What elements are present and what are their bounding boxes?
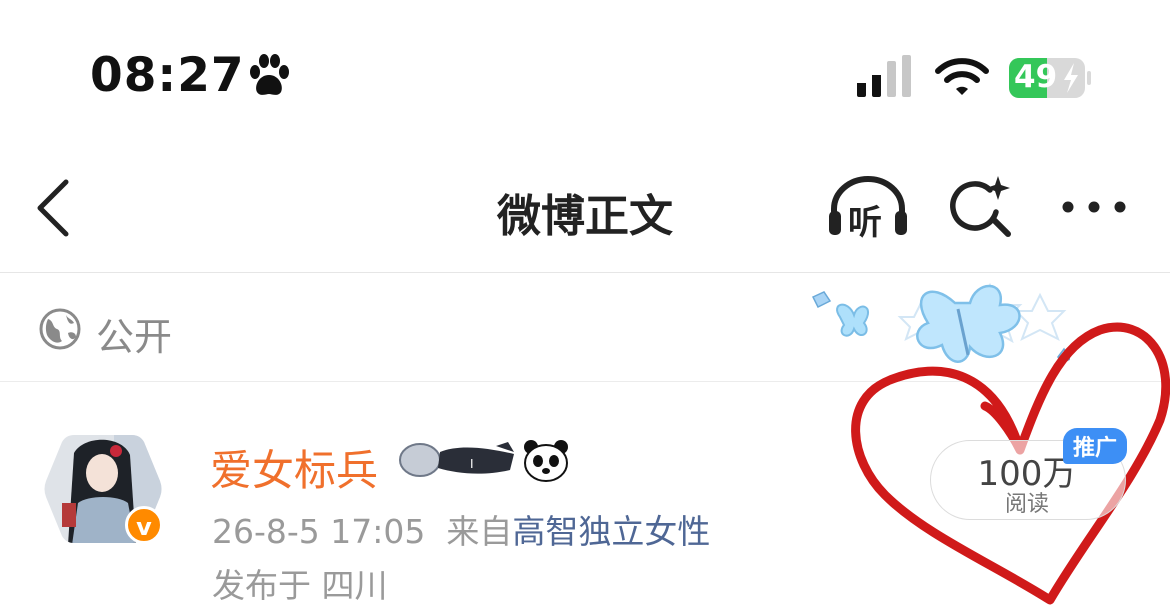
listen-button[interactable]: 听 (826, 175, 910, 243)
sparkle-search-icon[interactable] (946, 172, 1016, 242)
fan-medal-icon: I (399, 442, 514, 477)
paw-icon (250, 54, 289, 95)
cellular-signal-icon (857, 55, 911, 97)
nav-divider (0, 272, 1170, 273)
post-time: 26-8-5 17:05 (212, 512, 426, 551)
more-dots-icon[interactable] (1058, 195, 1130, 219)
page-title: 微博正文 (497, 191, 673, 242)
promo-tag[interactable]: 推广 (1063, 428, 1128, 464)
battery-level: 49 (1014, 59, 1058, 95)
status-time: 08:27 (90, 48, 245, 103)
panda-icon (524, 440, 568, 482)
back-chevron-icon[interactable] (30, 178, 80, 238)
post-meta: 26-8-5 17:05 来自高智独立女性 (212, 505, 710, 553)
globe-icon (39, 308, 81, 350)
visibility-label: 公开 (96, 315, 173, 359)
post-location: 发布于 四川 (212, 566, 388, 605)
source-link[interactable]: 高智独立女性 (512, 512, 710, 551)
listen-label: 听 (848, 203, 882, 243)
reads-label: 阅读 (1004, 492, 1049, 517)
wifi-icon (935, 58, 989, 95)
author-name[interactable]: 爱女标兵 (210, 437, 378, 498)
verified-badge-icon: v (125, 506, 163, 544)
battery-charging-icon: 49 (1008, 57, 1092, 99)
source-prefix: 来自 (446, 512, 513, 551)
svg-text:I: I (470, 457, 474, 471)
